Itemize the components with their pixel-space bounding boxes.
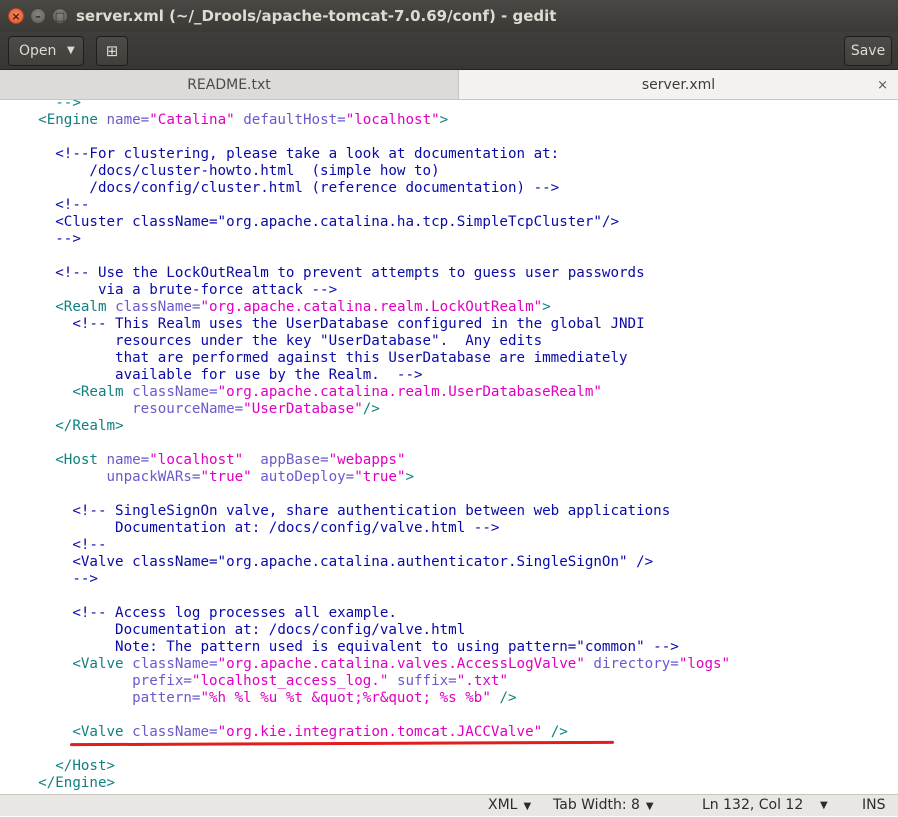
- code-line[interactable]: <Valve className="org.apache.catalina.au…: [4, 554, 730, 571]
- code-line[interactable]: <!-- Use the LockOutRealm to prevent att…: [4, 265, 730, 282]
- code-line[interactable]: [4, 248, 730, 265]
- text-editor[interactable]: --> <Engine name="Catalina" defaultHost=…: [0, 100, 898, 794]
- tab-strip: README.txt server.xml ×: [0, 70, 898, 100]
- code-line[interactable]: <Valve className="org.apache.catalina.va…: [4, 656, 730, 673]
- insert-mode: INS: [862, 797, 886, 813]
- tab-width-selector[interactable]: Tab Width: 8 ▼: [553, 795, 654, 816]
- new-document-button[interactable]: ⊞: [96, 36, 128, 66]
- code-line[interactable]: [4, 435, 730, 452]
- chevron-down-icon: ▼: [67, 45, 75, 56]
- code-line[interactable]: [4, 129, 730, 146]
- chevron-down-icon: ▼: [645, 801, 654, 812]
- close-tab-icon[interactable]: ×: [877, 70, 888, 101]
- code-line[interactable]: Documentation at: /docs/config/valve.htm…: [4, 520, 730, 537]
- code-line[interactable]: resourceName="UserDatabase"/>: [4, 401, 730, 418]
- code-line[interactable]: /docs/config/cluster.html (reference doc…: [4, 180, 730, 197]
- chevron-down-icon[interactable]: ▼: [820, 795, 828, 816]
- code-line[interactable]: <!-- Access log processes all example.: [4, 605, 730, 622]
- cursor-position[interactable]: Ln 132, Col 12: [702, 795, 803, 816]
- tab-label: README.txt: [187, 77, 271, 93]
- code-line[interactable]: pattern="%h %l %u %t &quot;%r&quot; %s %…: [4, 690, 730, 707]
- code-line[interactable]: Note: The pattern used is equivalent to …: [4, 639, 730, 656]
- code-line[interactable]: <Realm className="org.apache.catalina.re…: [4, 299, 730, 316]
- title-bar: × – □ server.xml (~/_Drools/apache-tomca…: [0, 0, 898, 32]
- tab-server-xml[interactable]: server.xml ×: [459, 70, 898, 99]
- code-line[interactable]: that are performed against this UserData…: [4, 350, 730, 367]
- code-line[interactable]: <Engine name="Catalina" defaultHost="loc…: [4, 112, 730, 129]
- code-line[interactable]: </Realm>: [4, 418, 730, 435]
- code-line[interactable]: [4, 707, 730, 724]
- code-line[interactable]: <!--: [4, 537, 730, 554]
- code-line[interactable]: [4, 486, 730, 503]
- chevron-down-icon: ▼: [523, 801, 532, 812]
- code-line[interactable]: <Cluster className="org.apache.catalina.…: [4, 214, 730, 231]
- code-line[interactable]: [4, 588, 730, 605]
- open-button-label: Open: [19, 43, 57, 59]
- code-line[interactable]: <Host name="localhost" appBase="webapps": [4, 452, 730, 469]
- window-title: server.xml (~/_Drools/apache-tomcat-7.0.…: [76, 7, 557, 25]
- language-selector[interactable]: XML ▼: [488, 795, 531, 816]
- code-line[interactable]: -->: [4, 231, 730, 248]
- code-line[interactable]: -->: [4, 571, 730, 588]
- code-line[interactable]: <Realm className="org.apache.catalina.re…: [4, 384, 730, 401]
- code-line[interactable]: available for use by the Realm. -->: [4, 367, 730, 384]
- header-bar: Open ▼ ⊞ Save: [0, 32, 898, 70]
- tab-readme[interactable]: README.txt: [0, 70, 459, 99]
- code-content[interactable]: --> <Engine name="Catalina" defaultHost=…: [4, 100, 730, 792]
- status-bar: XML ▼ Tab Width: 8 ▼ Ln 132, Col 12 ▼ INS: [0, 794, 898, 816]
- code-line[interactable]: </Engine>: [4, 775, 730, 792]
- code-line[interactable]: <!-- SingleSignOn valve, share authentic…: [4, 503, 730, 520]
- minimize-window-icon[interactable]: –: [30, 8, 46, 24]
- code-line[interactable]: prefix="localhost_access_log." suffix=".…: [4, 673, 730, 690]
- new-document-icon: ⊞: [105, 42, 119, 60]
- tab-label: server.xml: [641, 77, 716, 93]
- code-line[interactable]: </Host>: [4, 758, 730, 775]
- code-line[interactable]: Documentation at: /docs/config/valve.htm…: [4, 622, 730, 639]
- close-window-icon[interactable]: ×: [8, 8, 24, 24]
- tab-width-label: Tab Width: 8: [553, 797, 640, 813]
- code-line[interactable]: <!--For clustering, please take a look a…: [4, 146, 730, 163]
- code-line[interactable]: <!-- This Realm uses the UserDatabase co…: [4, 316, 730, 333]
- code-line[interactable]: resources under the key "UserDatabase". …: [4, 333, 730, 350]
- code-line[interactable]: <Valve className="org.kie.integration.to…: [4, 724, 730, 741]
- code-line[interactable]: -->: [4, 100, 730, 112]
- code-line[interactable]: <!--: [4, 197, 730, 214]
- code-line[interactable]: /docs/cluster-howto.html (simple how to): [4, 163, 730, 180]
- code-line[interactable]: unpackWARs="true" autoDeploy="true">: [4, 469, 730, 486]
- code-line[interactable]: via a brute-force attack -->: [4, 282, 730, 299]
- maximize-window-icon[interactable]: □: [52, 8, 68, 24]
- open-button[interactable]: Open ▼: [8, 36, 84, 66]
- language-label: XML: [488, 797, 518, 813]
- save-button[interactable]: Save: [844, 36, 892, 66]
